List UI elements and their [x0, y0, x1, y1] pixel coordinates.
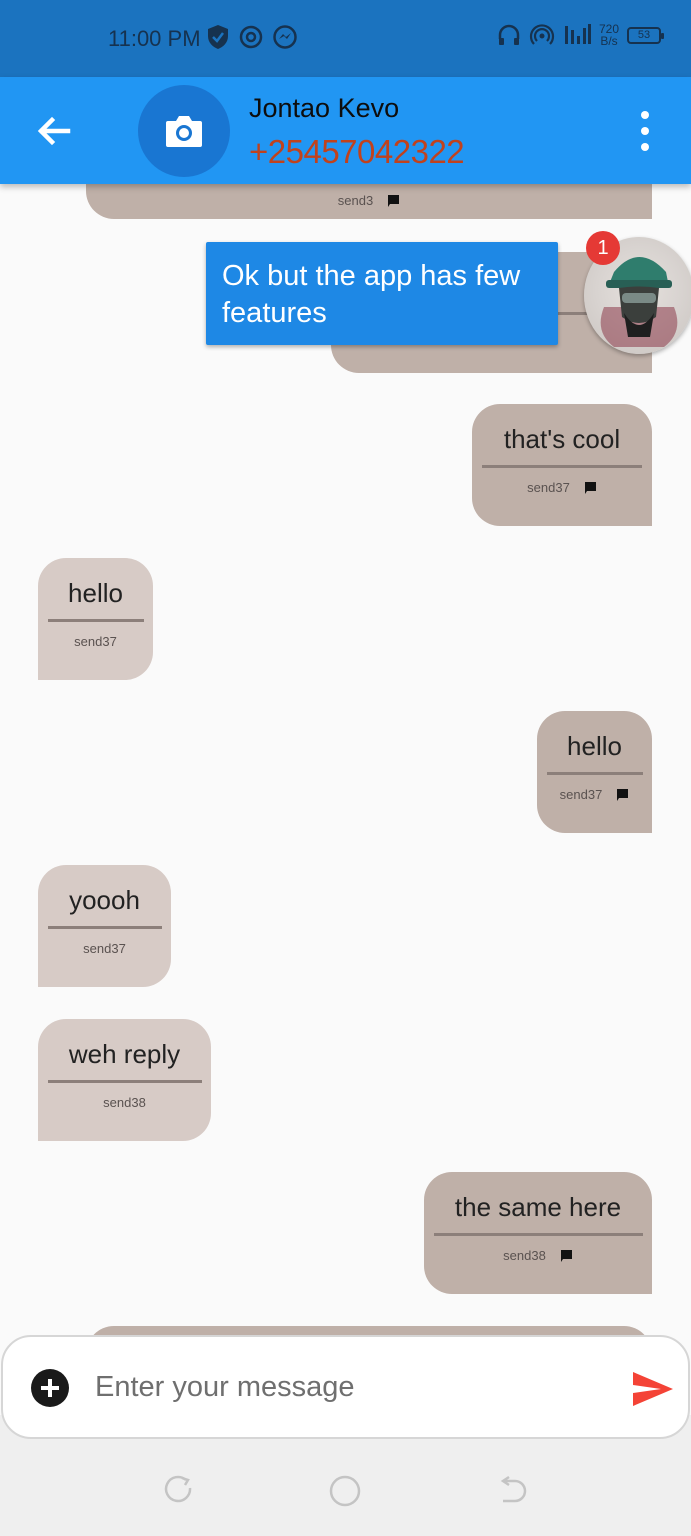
contact-phone: +25457042322 — [249, 133, 465, 170]
message-meta: send37 — [74, 634, 117, 649]
message-status: send37 — [527, 480, 570, 495]
more-vert-icon — [641, 111, 649, 119]
message-status: send38 — [103, 1095, 146, 1110]
status-time: 11:00 PM — [108, 26, 201, 51]
arrow-left-icon — [37, 116, 71, 146]
message-flag-icon — [560, 1249, 572, 1262]
message-meta: send3 — [338, 193, 400, 208]
network-speed-unit: B/s — [600, 34, 618, 48]
home-icon[interactable] — [329, 1475, 361, 1507]
message-divider — [546, 772, 643, 775]
battery-indicator: 53 — [627, 26, 665, 44]
message-flag-icon — [388, 194, 400, 207]
status-bar: 11:00 PM 720 B/s 53 — [0, 0, 691, 77]
status-icons-right: 720 B/s 53 — [497, 22, 665, 48]
message-divider — [433, 1233, 643, 1236]
message-meta: send37 — [83, 941, 126, 956]
app-bar: Jontao Kevo +25457042322 — [0, 77, 691, 184]
message-text: the same here — [454, 1192, 622, 1222]
message-status: send3 — [337, 193, 374, 208]
message-meta: send37 — [560, 787, 630, 802]
messenger-icon — [273, 25, 297, 49]
message-bubble[interactable]: hello send37 — [38, 558, 153, 680]
message-composer — [1, 1335, 690, 1439]
message-bubble[interactable]: hello send37 — [537, 711, 652, 833]
message-input[interactable] — [95, 1365, 595, 1409]
network-speed: 720 B/s — [599, 23, 619, 47]
headphones-icon — [498, 24, 520, 45]
send-icon — [633, 1372, 673, 1406]
message-text: hello — [68, 578, 123, 608]
message-text: that's cool — [503, 424, 621, 454]
back-button[interactable] — [30, 107, 78, 155]
message-divider — [47, 1080, 202, 1083]
hotspot-icon — [239, 25, 263, 49]
message-flag-icon — [584, 481, 596, 494]
chat-head-preview[interactable]: Ok but the app has few features — [206, 242, 558, 345]
message-status: send37 — [559, 787, 603, 802]
message-status: send37 — [74, 634, 117, 649]
back-nav-icon[interactable] — [497, 1475, 527, 1505]
message-meta: send37 — [527, 480, 597, 495]
message-bubble[interactable]: weh reply send38 — [38, 1019, 211, 1141]
contact-avatar[interactable] — [138, 85, 230, 177]
message-text: weh reply — [68, 1039, 181, 1069]
message-bubble[interactable]: the same here send38 — [424, 1172, 652, 1294]
message-status: send37 — [83, 941, 126, 956]
message-divider — [47, 619, 144, 622]
message-meta: send38 — [103, 1095, 146, 1110]
hotspot-signal-icon — [529, 24, 555, 45]
message-text: yoooh — [69, 885, 140, 915]
send-button[interactable] — [631, 1369, 675, 1409]
status-icons-left — [206, 24, 298, 50]
cellular-signal-icon — [565, 24, 591, 44]
notification-badge: 1 — [586, 231, 620, 265]
message-status: send38 — [503, 1248, 546, 1263]
message-flag-icon — [617, 788, 629, 801]
more-options-button[interactable] — [630, 111, 660, 151]
contact-name: Jontao Kevo — [249, 93, 400, 123]
message-text: hello — [567, 731, 622, 761]
add-attachment-button[interactable] — [31, 1369, 69, 1407]
message-divider — [482, 465, 642, 468]
message-bubble[interactable]: that's cool send37 — [472, 404, 652, 526]
message-meta: send38 — [503, 1248, 573, 1263]
camera-icon — [166, 116, 202, 147]
shield-icon — [208, 25, 228, 49]
recents-icon[interactable] — [164, 1475, 194, 1505]
message-bubble[interactable]: yoooh send37 — [38, 865, 171, 987]
message-divider — [47, 926, 162, 929]
